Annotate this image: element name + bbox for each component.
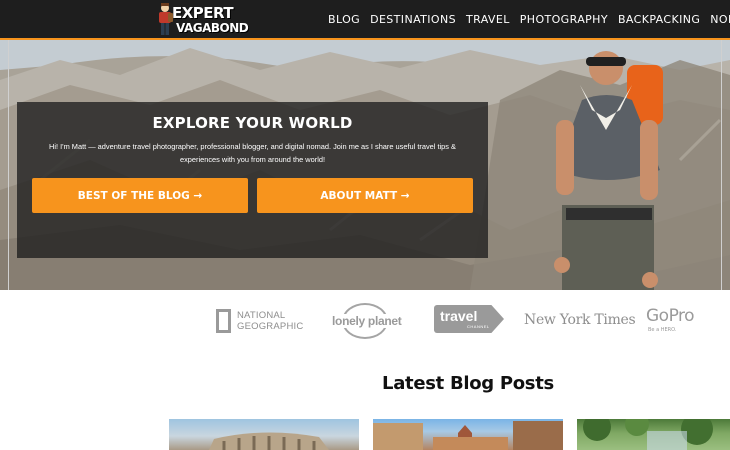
hero-section: EXPLORE YOUR WORLD Hi! I'm Matt — advent… [0, 40, 730, 290]
about-matt-button[interactable]: ABOUT MATT → [257, 178, 473, 213]
logo-text-vagabond: VAGABOND [176, 21, 249, 35]
press-logos-strip: NATIONAL GEOGRAPHIC lonely planet travel… [0, 290, 730, 354]
frame-line-right [721, 0, 722, 290]
nav-item-backpacking[interactable]: BACKPACKING [618, 13, 700, 26]
nat-geo-frame-icon [216, 309, 231, 333]
site-logo[interactable]: EXPERT VAGABOND [156, 2, 249, 38]
hero-title: EXPLORE YOUR WORLD [152, 114, 353, 132]
gopro-tagline: Be a HERO. [648, 327, 677, 333]
site-header: EXPERT VAGABOND BLOG DESTINATIONS TRAVEL… [0, 0, 730, 40]
logo-text-expert: EXPERT [172, 4, 234, 22]
nav-item-nomadic[interactable]: NOMADIC [710, 13, 730, 26]
forest-thumbnail [583, 419, 713, 450]
nat-geo-text-2: GEOGRAPHIC [237, 321, 304, 332]
latest-posts-heading: Latest Blog Posts [382, 373, 554, 394]
post-card-city-street[interactable] [373, 419, 563, 450]
nat-geo-text-1: NATIONAL [237, 310, 286, 321]
nav-item-photography[interactable]: PHOTOGRAPHY [520, 13, 608, 26]
city-street-thumbnail [373, 421, 563, 450]
post-card-forest[interactable] [577, 419, 730, 450]
best-of-blog-button[interactable]: BEST OF THE BLOG → [32, 178, 248, 213]
gopro-logo: GoPro Be a HERO. [646, 306, 695, 333]
colosseum-thumbnail [209, 432, 329, 450]
travel-channel-text: travel [440, 308, 478, 324]
nav-item-blog[interactable]: BLOG [328, 13, 360, 26]
post-card-colosseum[interactable] [169, 419, 359, 450]
nav-item-travel[interactable]: TRAVEL [466, 13, 510, 26]
gopro-text: GoPro [646, 306, 695, 326]
main-nav: BLOG DESTINATIONS TRAVEL PHOTOGRAPHY BAC… [328, 0, 730, 38]
national-geographic-logo: NATIONAL GEOGRAPHIC [216, 309, 304, 335]
travel-channel-subtext: CHANNEL [467, 324, 490, 329]
lonely-planet-text: lonely planet [330, 314, 404, 328]
travel-channel-logo: travel CHANNEL [434, 305, 504, 335]
new-york-times-logo: New York Times [524, 312, 636, 328]
frame-line-left [8, 0, 9, 290]
nav-item-destinations[interactable]: DESTINATIONS [370, 13, 456, 26]
lonely-planet-logo: lonely planet [328, 303, 406, 339]
hero-overlay-card: EXPLORE YOUR WORLD Hi! I'm Matt — advent… [17, 102, 488, 258]
hero-intro-text: Hi! I'm Matt — adventure travel photogra… [49, 142, 456, 164]
